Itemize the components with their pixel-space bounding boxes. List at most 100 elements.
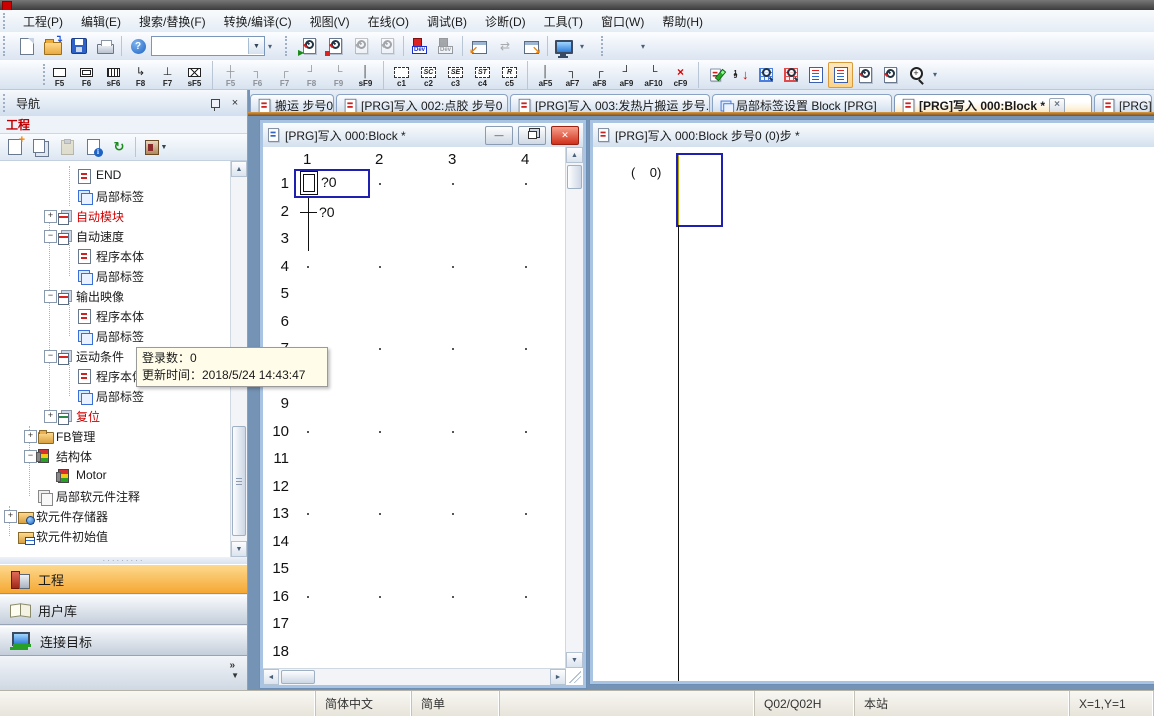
toolbar-button-sfc-end[interactable]: ⊥F7 [154,61,181,89]
toolbar-button-sfc-step-double[interactable]: F6 [73,61,100,89]
save-project-button[interactable] [66,33,92,59]
sfc-vertical-scrollbar[interactable]: ▲ ▼ [565,147,583,668]
scroll-right-arrow[interactable]: ► [550,669,566,685]
toolbar-button-line-bl[interactable]: └aF10 [640,61,667,89]
toolbar-button-lad-corner-tl[interactable]: ┌F7 [271,61,298,89]
tree-item-局部标签[interactable]: 局部标签 [0,186,230,206]
tree-item-软元件存储器[interactable]: +软元件存储器 [0,506,230,526]
menu-item[interactable]: 编辑(E) [72,11,130,32]
toolbar-button-sort-numbers[interactable]: 19↓ [728,62,753,88]
scroll-down-arrow[interactable]: ▼ [231,541,247,557]
tree-item-程序本体[interactable]: 程序本体 [0,246,230,266]
toolbar-grip[interactable] [3,13,10,28]
scroll-left-arrow[interactable]: ◄ [263,669,279,685]
scroll-up-arrow[interactable]: ▲ [231,161,247,177]
monitor-mode-button[interactable] [551,33,577,59]
toolbar-button-grid-find[interactable] [753,62,778,88]
toolbar-button-lad-corner-bl[interactable]: └F9 [325,61,352,89]
tree-item-END[interactable]: END [0,166,230,186]
tree-item-局部标签[interactable]: 局部标签 [0,266,230,286]
pin-button[interactable] [207,96,223,111]
toolbar-grip[interactable] [601,36,608,56]
toolbar-button-doc-edit-find[interactable] [878,62,903,88]
toolbar-button-lad-vline[interactable]: │sF9 [352,61,379,89]
more-views-button[interactable]: » [229,660,235,671]
tree-item-FB管理[interactable]: +FB管理 [0,426,230,446]
menu-item[interactable]: 调试(B) [418,11,476,32]
nav-property-button[interactable] [80,134,106,160]
tree-item-程序本体[interactable]: 程序本体 [0,306,230,326]
close-panel-button[interactable]: × [227,96,243,111]
menu-item[interactable]: 搜索/替换(F) [130,11,215,32]
chevron-down-icon[interactable]: ▼ [248,38,264,54]
sfc-edit-cursor[interactable]: ?0 [294,169,370,198]
expand-plus-box[interactable]: + [4,510,17,523]
expand-plus-box[interactable]: + [24,430,37,443]
collapse-minus-box[interactable]: − [44,230,57,243]
tree-item-复位[interactable]: +复位 [0,406,230,426]
tree-item-自动速度[interactable]: −自动速度 [0,226,230,246]
program-check-button[interactable]: ▶ [296,33,322,59]
tree-item-自动模块[interactable]: +自动模块 [0,206,230,226]
panel-splitter[interactable]: ········· [0,557,247,564]
toolbar-overflow-chevron[interactable]: ▾ [930,70,940,79]
read-from-plc-button[interactable]: ↘ [518,33,544,59]
ladder-canvas[interactable]: ( 0) [593,147,1154,681]
help-button[interactable]: ? [125,33,151,59]
collapse-minus-box[interactable]: − [44,290,57,303]
tree-item-软元件初始值[interactable]: 软元件初始值 [0,526,230,546]
toolbar-button-doc-find[interactable] [853,62,878,88]
ladder-window-titlebar[interactable]: [PRG]写入 000:Block 步号0 (0)步 * [593,123,1154,148]
close-button[interactable]: ✕ [551,126,579,145]
verify-with-plc-button[interactable]: ⇄ [492,33,518,59]
toolbar-button-lad-corner-tr[interactable]: ┐F6 [244,61,271,89]
view-button-user-library[interactable]: 用户库 [0,595,247,625]
toolbar-grip[interactable] [3,36,10,56]
toolbar-button-line-tr[interactable]: ┐aF7 [559,61,586,89]
program-find-button[interactable] [322,33,348,59]
find-disabled-button-2[interactable] [374,33,400,59]
restore-button[interactable] [518,126,546,145]
nav-paste-button[interactable] [54,134,80,160]
minimize-button[interactable]: — [485,126,513,145]
toolbar-button-program-edit[interactable] [703,62,728,88]
expand-plus-box[interactable]: + [44,410,57,423]
toolbar-button-attr-sc[interactable]: SCc2 [415,61,442,89]
toolbar-button-line-tl[interactable]: ┌aF8 [586,61,613,89]
sfc-grid[interactable]: 1234 123456789101112131415161718 ?0 ?0 [263,147,566,668]
scrollbar-thumb[interactable] [567,165,582,189]
menu-item[interactable]: 帮助(H) [653,11,712,32]
menu-item[interactable]: 视图(V) [301,11,359,32]
menu-item[interactable]: 诊断(D) [476,11,535,32]
toolbar-button-attr-se[interactable]: SEc3 [442,61,469,89]
resize-grip[interactable] [569,671,581,683]
new-project-button[interactable] [14,33,40,59]
nav-copy-button[interactable] [28,134,54,160]
expand-plus-box[interactable]: + [44,210,57,223]
toolbar-button-sfc-dummy[interactable]: sF5 [181,61,208,89]
toolbar-button-sfc-step[interactable]: F5 [46,61,73,89]
toolbar-button-monitor-doc[interactable] [803,62,828,88]
device-display-off-button[interactable] [433,33,459,59]
device-display-button[interactable] [407,33,433,59]
toolbar-overflow-chevron[interactable]: ▾ [638,42,648,51]
write-to-plc-button[interactable]: ↙ [466,33,492,59]
toolbar-button-attr-st[interactable]: STc4 [469,61,496,89]
scroll-up-arrow[interactable]: ▲ [566,147,583,163]
toolbar-button-attr-r[interactable]: Rc5 [496,61,523,89]
toolbar-overflow-chevron[interactable]: ▾ [265,42,275,51]
nav-refresh-button[interactable]: ↻ [106,134,132,160]
panel-grip[interactable] [3,94,10,112]
toolbar-button-sfc-jump[interactable]: ↳F8 [127,61,154,89]
toolbar-button-line-delete[interactable]: ×cF9 [667,61,694,89]
toolbar-button-lad-contact[interactable]: ┼F5 [217,61,244,89]
chevron-down-icon[interactable]: ▼ [231,671,239,680]
open-project-button[interactable] [40,33,66,59]
toolbar-button-line-br[interactable]: ┘aF9 [613,61,640,89]
menu-item[interactable]: 工具(T) [535,11,592,32]
toolbar-button-attr-none[interactable]: c1 [388,61,415,89]
sfc-horizontal-scrollbar[interactable]: ◄ ► [263,668,566,685]
collapse-minus-box[interactable]: − [44,350,57,363]
toolbar-button-grid-find-red[interactable] [778,62,803,88]
menu-item[interactable]: 工程(P) [14,11,72,32]
